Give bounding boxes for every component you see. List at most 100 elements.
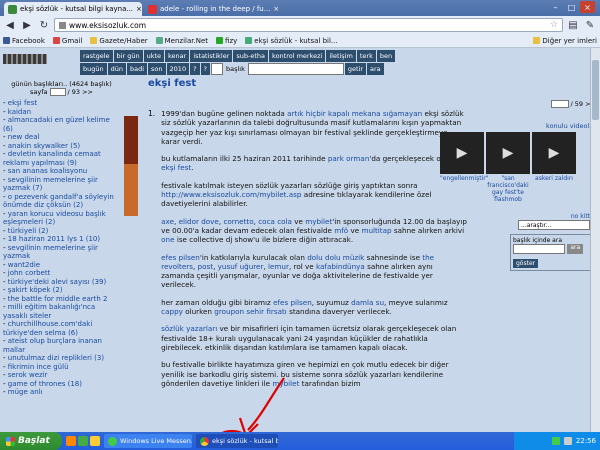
title-list-item[interactable]: türkiye'deki alevi sayısı (39)	[3, 278, 120, 287]
entry-link[interactable]: axe	[161, 217, 174, 226]
title-list-item[interactable]: john corbett	[3, 269, 120, 278]
entry-link[interactable]: park orman	[328, 154, 370, 163]
nav-button[interactable]: ?	[190, 63, 200, 75]
title-list-item[interactable]: şakirt köpek (2)	[3, 286, 120, 295]
nav-button[interactable]: bir gün	[113, 50, 143, 62]
tab-adele-video[interactable]: adele - rolling in the deep / fu... ×	[144, 2, 278, 16]
reload-icon[interactable]: ↻	[37, 18, 51, 32]
network-icon[interactable]	[551, 437, 560, 445]
task-messenger[interactable]: Windows Live Messen...	[104, 434, 192, 448]
bookmark-eksi[interactable]: ekşi sözlük - kutsal bil...	[245, 37, 338, 45]
nav-button[interactable]: iletişim	[326, 50, 356, 62]
other-bookmarks[interactable]: Diğer yer imleri	[533, 37, 597, 45]
search-dropdown[interactable]: ...araştır...	[518, 220, 590, 230]
nav-button[interactable]: ukte	[143, 50, 165, 62]
title-list-item[interactable]: churchillhouse.com'daki türkiye'den selm…	[3, 320, 120, 337]
close-window-button[interactable]: ×	[580, 1, 595, 13]
entry-link[interactable]: cornetto	[223, 217, 253, 226]
entry-link[interactable]: efes pilsen	[161, 253, 200, 262]
entry-link[interactable]: sözlük yazarları	[161, 324, 217, 333]
nav-button[interactable]: getir	[344, 63, 367, 75]
page-scrollbar[interactable]	[590, 48, 600, 432]
entry-link[interactable]: cappy	[161, 307, 183, 316]
title-list-item[interactable]: sevgilinin memelerine şiir yazmak (7)	[3, 176, 120, 193]
title-list-item[interactable]: ateist olup burçlara inanan mallar	[3, 337, 120, 354]
title-list-item[interactable]: türkiyeli (2)	[3, 227, 120, 236]
entry-link[interactable]: one	[161, 235, 174, 244]
title-list-item[interactable]: devletin kanalinda cemaat reklamı yapılm…	[3, 150, 120, 167]
nav-button[interactable]: terk	[356, 50, 376, 62]
entry-link[interactable]: artık hiçbir kapalı mekana sığamayan	[287, 109, 422, 118]
tab-eksi-sozluk[interactable]: ekşi sözlük - kutsal bilgi kayna... ×	[4, 2, 142, 16]
right-page-select[interactable]	[550, 100, 569, 108]
entry-link[interactable]: kafabindünya	[316, 262, 365, 271]
maximize-button[interactable]: □	[564, 1, 579, 13]
bookmark-menzilar[interactable]: Menzilar.Net	[155, 37, 208, 45]
nav-button[interactable]: badi	[127, 63, 148, 75]
entry-link[interactable]: elidor dove	[179, 217, 219, 226]
title-list-item[interactable]: new deal	[3, 133, 120, 142]
search-go-button[interactable]: ara	[567, 244, 584, 254]
search-input[interactable]	[513, 244, 565, 254]
title-list-item[interactable]: fikrimin ince gülü	[3, 363, 120, 372]
entry-link[interactable]: mybilet	[272, 379, 299, 388]
address-bar[interactable]: www.eksisozluk.com ☆	[54, 18, 563, 32]
title-list-item[interactable]: serok wezir	[3, 371, 120, 380]
entry-link[interactable]: damla su	[351, 298, 384, 307]
entry-link[interactable]: yusuf uğurer	[218, 262, 264, 271]
tab-close-icon[interactable]: ×	[273, 5, 278, 13]
search-submit-button[interactable]: göster	[513, 259, 539, 268]
entry-link[interactable]: mfö	[334, 226, 348, 235]
title-list-item[interactable]: sevgilinin memelerine şiir yazmak	[3, 244, 120, 261]
title-list-item[interactable]: müge anlı	[3, 388, 120, 397]
tab-close-icon[interactable]: ×	[136, 5, 142, 13]
nav-button[interactable]: rastgele	[80, 50, 113, 62]
page-title[interactable]: ekşi fest	[148, 78, 468, 89]
nav-button[interactable]: ben	[376, 50, 396, 62]
forward-arrow-icon[interactable]: ▶	[20, 18, 34, 32]
bookmark-gazete[interactable]: Gazete/Haber	[90, 37, 148, 45]
entry-link[interactable]: efes pilsen	[273, 298, 312, 307]
bookmark-gmail[interactable]: Gmail	[52, 37, 82, 45]
title-list-item[interactable]: anakin skywalker (5)	[3, 142, 120, 151]
minimize-button[interactable]: –	[548, 1, 563, 13]
video-thumbnail[interactable]: ▶	[486, 132, 530, 174]
title-list-item[interactable]: game of thrones (18)	[3, 380, 120, 389]
entry-link[interactable]: dolu dolu müzik	[307, 253, 364, 262]
bookmark-star-icon[interactable]: ☆	[550, 20, 558, 30]
title-list-item[interactable]: o pezevenk gandalf'a söyleyin önümde diz…	[3, 193, 120, 210]
nav-button[interactable]: sub-etha	[233, 50, 269, 62]
entry-link[interactable]: lemur	[268, 262, 289, 271]
bookmark-facebook[interactable]: Facebook	[3, 37, 45, 45]
volume-icon[interactable]	[563, 437, 572, 445]
nav-button[interactable]: istatistikler	[190, 50, 233, 62]
title-list-item[interactable]: 18 haziran 2011 lys 1 (10)	[3, 235, 120, 244]
nav-button[interactable]: son	[148, 63, 166, 75]
title-list-item[interactable]: yaran korucu videosu başlık eşleşmeleri …	[3, 210, 120, 227]
nav-button[interactable]: kenar	[165, 50, 190, 62]
entry-link[interactable]: multitap	[361, 226, 391, 235]
video-item[interactable]: ▶ "san francisco'daki gay fest'te flashmo…	[486, 132, 530, 203]
nav-button[interactable]: bugün	[80, 63, 107, 75]
nav-button[interactable]: 2010	[166, 63, 190, 75]
page-total-link[interactable]: / 93 >>	[68, 88, 94, 96]
nav-button[interactable]: ara	[367, 63, 384, 75]
radio-banner-ad[interactable]	[124, 164, 138, 216]
nav-button[interactable]: ?	[200, 63, 210, 75]
entry-link[interactable]: coca cola	[258, 217, 292, 226]
search-title-link[interactable]: no kitty!	[468, 213, 600, 220]
title-list-item[interactable]: almancadaki en güzel kelime (6)	[3, 116, 120, 133]
video-item[interactable]: ▶ "engellenmiştir"	[440, 132, 488, 203]
page-menu-icon[interactable]: ▤	[566, 18, 580, 32]
entry-link[interactable]: http://www.eksisozluk.com/mybilet.asp	[161, 190, 301, 199]
entry-link[interactable]: groupon sehir firsatı	[214, 307, 287, 316]
nav-checkbox[interactable]	[210, 63, 223, 75]
task-chrome[interactable]: ekşi sözlük - kutsal bil...	[196, 434, 278, 448]
scrollbar-thumb[interactable]	[592, 60, 599, 120]
firefox-icon[interactable]	[66, 436, 76, 446]
video-item[interactable]: ▶ askeri zaldırı	[532, 132, 576, 203]
title-search-input[interactable]	[247, 63, 344, 75]
chrome-icon[interactable]	[78, 436, 88, 446]
video-caption[interactable]: "engellenmiştir"	[440, 175, 488, 182]
bookmark-fizy[interactable]: fizy	[216, 37, 237, 45]
